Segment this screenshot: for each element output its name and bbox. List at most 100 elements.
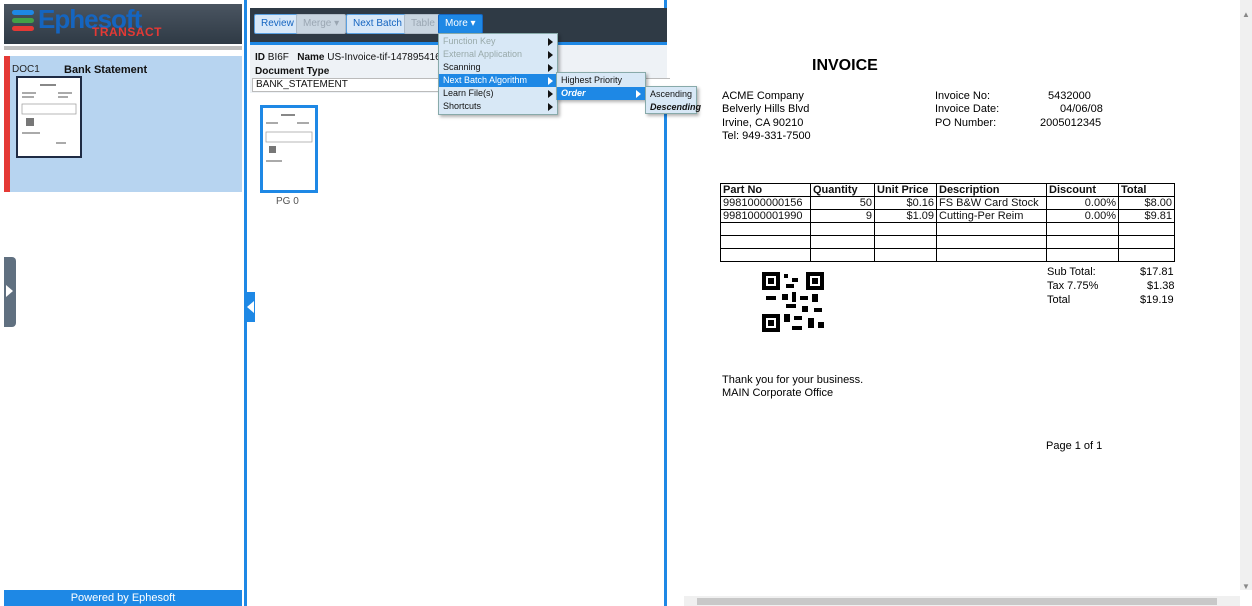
scroll-down-icon[interactable]: ▼ — [1242, 582, 1250, 591]
table-button[interactable]: Table — [404, 14, 442, 34]
table-cell: $8.00 — [1118, 196, 1175, 210]
expand-panel-toggle[interactable] — [4, 257, 16, 327]
company-name: ACME Company — [722, 90, 804, 102]
submenu-arrow-icon — [548, 38, 553, 46]
submenu-arrow-icon — [548, 103, 553, 111]
menu-item-scanning[interactable]: Scanning — [439, 61, 557, 74]
office-text: MAIN Corporate Office — [722, 387, 834, 399]
ephesoft-logo-icon — [12, 10, 34, 32]
divider — [4, 46, 242, 50]
invoice-no-value: 5432000 — [1048, 90, 1091, 102]
subtotal-label: Sub Total: — [1047, 266, 1096, 278]
table-row: 9981000000156 50 $0.16 FS B&W Card Stock… — [720, 196, 1175, 210]
document-type-label: Bank Statement — [64, 64, 148, 76]
horizontal-scroll-thumb[interactable] — [697, 598, 1217, 605]
more-button[interactable]: More ▾ — [438, 14, 483, 34]
more-menu: Function Key External Application Scanni… — [438, 33, 558, 115]
next-batch-algorithm-submenu: Highest Priority Order — [556, 72, 646, 100]
document-thumbnail[interactable] — [16, 76, 82, 158]
table-cell: 9981000001990 — [720, 209, 811, 223]
tax-value: $1.38 — [1147, 280, 1175, 292]
menu-item-label: Function Key — [443, 36, 496, 46]
submenu-arrow-icon — [548, 64, 553, 72]
table-cell: 50 — [810, 196, 875, 210]
company-city: Irvine, CA 90210 — [722, 117, 804, 129]
submenu-arrow-icon — [636, 90, 641, 98]
menu-item-function-key[interactable]: Function Key — [439, 35, 557, 48]
vertical-scrollbar[interactable] — [1240, 0, 1252, 590]
menu-item-ascending[interactable]: Ascending — [646, 88, 696, 101]
column-header: Part No — [720, 183, 811, 197]
column-header: Discount — [1046, 183, 1119, 197]
merge-button[interactable]: Merge ▾ — [296, 14, 347, 34]
table-cell: 9 — [810, 209, 875, 223]
invoice-line-items-table: Part No Quantity Unit Price Description … — [720, 183, 1175, 262]
page-thumbnail[interactable] — [260, 105, 318, 193]
id-value: BI6F — [267, 52, 289, 63]
chevron-left-icon — [247, 301, 254, 313]
table-row — [720, 222, 1175, 236]
thank-you-text: Thank you for your business. — [722, 374, 864, 386]
column-header: Total — [1118, 183, 1175, 197]
invoice-title: INVOICE — [812, 57, 878, 74]
table-row — [720, 248, 1175, 262]
total-value: $19.19 — [1140, 294, 1174, 306]
table-cell: 0.00% — [1046, 196, 1119, 210]
qr-code — [762, 272, 828, 334]
page-number: Page 1 of 1 — [1046, 440, 1103, 452]
next-batch-button[interactable]: Next Batch — [346, 14, 409, 34]
name-label: Name — [297, 52, 325, 63]
menu-item-label: External Application — [443, 49, 523, 59]
chevron-right-icon — [6, 285, 13, 297]
total-label: Total — [1047, 294, 1071, 306]
order-submenu: Ascending Descending — [645, 86, 701, 114]
table-cell: $9.81 — [1118, 209, 1175, 223]
table-cell: Cutting-Per Reim — [936, 209, 1047, 223]
collapse-panel-toggle[interactable] — [247, 292, 255, 322]
invoice-date-label: Invoice Date: — [935, 103, 1000, 115]
table-cell: 9981000000156 — [720, 196, 811, 210]
menu-item-external-application[interactable]: External Application — [439, 48, 557, 61]
table-cell: FS B&W Card Stock — [936, 196, 1047, 210]
name-value: US-Invoice-tif-14789541652 — [327, 52, 452, 63]
document-id-row: ID BI6F Name US-Invoice-tif-14789541652 — [255, 52, 452, 63]
company-phone: Tel: 949-331-7500 — [722, 130, 811, 142]
menu-item-order[interactable]: Order — [557, 87, 645, 100]
powered-by-footer: Powered by Ephesoft — [4, 590, 242, 606]
invoice-no-label: Invoice No: — [935, 90, 991, 102]
menu-item-label: Learn File(s) — [443, 88, 494, 98]
submenu-arrow-icon — [548, 51, 553, 59]
document-id: DOC1 — [12, 64, 40, 75]
menu-item-label: Next Batch Algorithm — [443, 75, 528, 85]
menu-item-learn-files[interactable]: Learn File(s) — [439, 87, 557, 100]
page-label: PG 0 — [276, 196, 299, 207]
company-street: Belverly Hills Blvd — [722, 103, 810, 115]
table-header-row: Part No Quantity Unit Price Description … — [720, 183, 1175, 197]
id-label: ID — [255, 52, 265, 63]
menu-item-highest-priority[interactable]: Highest Priority — [557, 74, 645, 87]
table-cell: 0.00% — [1046, 209, 1119, 223]
menu-item-shortcuts[interactable]: Shortcuts — [439, 100, 557, 113]
menu-item-next-batch-algorithm[interactable]: Next Batch Algorithm — [439, 74, 557, 87]
menu-item-label: Scanning — [443, 62, 481, 72]
table-row — [720, 235, 1175, 249]
table-cell: $1.09 — [874, 209, 937, 223]
column-header: Description — [936, 183, 1047, 197]
logo-subtitle: TRANSACT — [92, 25, 162, 39]
table-cell: $0.16 — [874, 196, 937, 210]
tax-label: Tax 7.75% — [1047, 280, 1099, 292]
document-type-heading: Document Type — [255, 66, 330, 77]
subtotal-value: $17.81 — [1140, 266, 1174, 278]
review-button[interactable]: Review — [254, 14, 301, 34]
table-row: 9981000001990 9 $1.09 Cutting-Per Reim 0… — [720, 209, 1175, 223]
submenu-arrow-icon — [548, 90, 553, 98]
submenu-arrow-icon — [548, 77, 553, 85]
column-header: Quantity — [810, 183, 875, 197]
invoice-date-value: 04/06/08 — [1060, 103, 1103, 115]
menu-item-label: Shortcuts — [443, 101, 482, 111]
scroll-up-icon[interactable]: ▲ — [1242, 10, 1250, 19]
column-header: Unit Price — [874, 183, 937, 197]
menu-item-descending[interactable]: Descending — [646, 101, 701, 114]
po-number-label: PO Number: — [935, 117, 997, 129]
document-list-empty-area — [4, 192, 242, 590]
